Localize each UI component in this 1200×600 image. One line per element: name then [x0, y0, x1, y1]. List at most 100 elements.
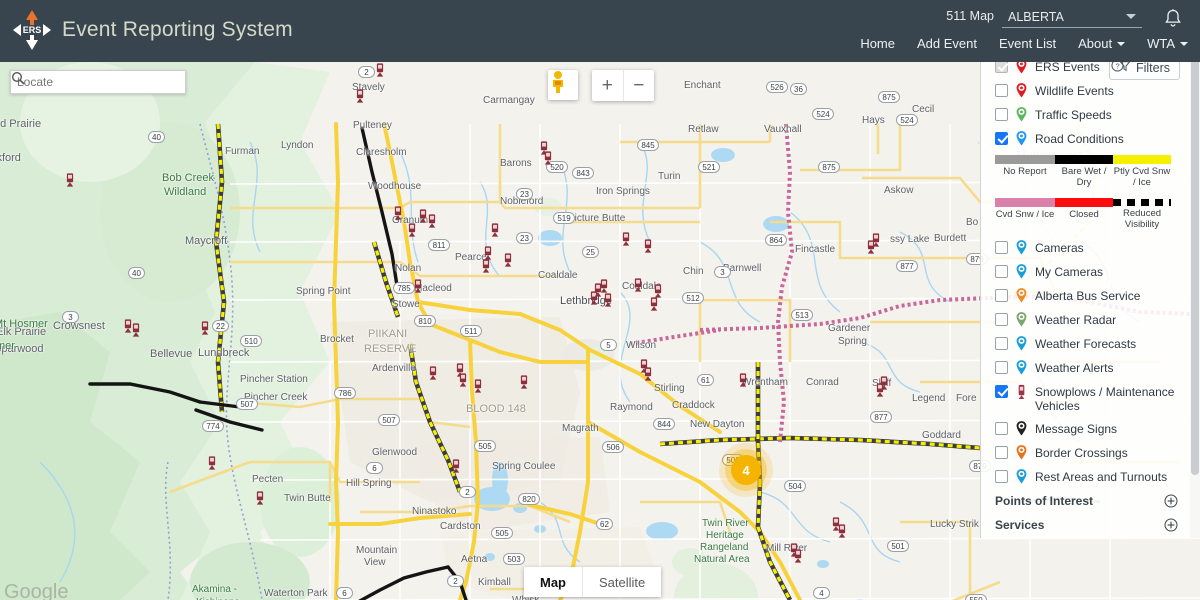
legend-checkbox[interactable] [995, 84, 1008, 97]
snowplow-marker[interactable] [516, 374, 532, 390]
legend-item-wildlife-events[interactable]: Wildlife Events [981, 79, 1200, 103]
nav-item-about[interactable]: About [1078, 36, 1126, 51]
snowplow-marker[interactable] [204, 455, 220, 471]
legend-item-traffic-speeds[interactable]: Traffic Speeds [981, 103, 1200, 127]
map-zoom-controls[interactable]: + − [592, 70, 654, 101]
snowplow-marker[interactable] [478, 258, 494, 274]
nav-item-home[interactable]: Home [860, 36, 895, 51]
map-legend-panel[interactable]: Filters ERS Events? Wildlife Events Traffi… [980, 45, 1200, 538]
legend-item-weather-radar[interactable]: Weather Radar [981, 308, 1200, 332]
map-type-map[interactable]: Map [524, 567, 583, 597]
map-place-label: Mountain [356, 545, 398, 556]
road-conditions-row-1: No Report Bare Wet / Dry Ptly Cvd Snw / Ic… [995, 155, 1188, 188]
legend-item-road-conditions[interactable]: Road Conditions [981, 127, 1200, 151]
legend-item-weather-alerts[interactable]: Weather Alerts [981, 356, 1200, 380]
legend-section-label: Points of Interest [995, 494, 1094, 508]
legend-checkbox[interactable] [995, 385, 1008, 398]
snowplow-marker[interactable] [876, 375, 892, 391]
snowplow-marker[interactable] [618, 231, 634, 247]
nav-item-wta[interactable]: WTA [1147, 36, 1188, 51]
snowplow-marker[interactable] [372, 62, 388, 78]
legend-checkbox[interactable] [995, 313, 1008, 326]
snowplow-marker[interactable] [62, 172, 78, 188]
snowplow-marker[interactable] [650, 283, 666, 299]
event-cluster-marker[interactable]: 4 [731, 455, 761, 485]
snowplow-marker[interactable] [197, 320, 213, 336]
route-shield: 507 [236, 398, 258, 410]
snowplow-marker[interactable] [425, 365, 441, 381]
snowplow-marker[interactable] [630, 277, 646, 293]
map-place-label: lkford [0, 152, 21, 164]
snowplow-marker[interactable] [128, 322, 144, 338]
snowplow-marker[interactable] [590, 282, 606, 298]
snowplow-marker[interactable] [390, 205, 406, 221]
map-place-label: Picture Butte [568, 213, 626, 224]
map-type-satellite[interactable]: Satellite [583, 567, 661, 597]
legend-scrollbar-thumb[interactable] [1191, 45, 1199, 475]
road-condition-swatch [1055, 155, 1113, 164]
map-place-label: Hays [862, 115, 885, 126]
nav-item-event-list[interactable]: Event List [999, 36, 1056, 51]
snowplow-marker[interactable] [500, 252, 516, 268]
legend-checkbox[interactable] [995, 289, 1008, 302]
snowplow-marker[interactable] [868, 232, 884, 248]
map-place-label: Barons [500, 158, 532, 169]
nav-item-add-event[interactable]: Add Event [917, 36, 977, 51]
legend-item-label: Traffic Speeds [1035, 108, 1112, 122]
snowplow-marker[interactable] [470, 378, 486, 394]
legend-checkbox[interactable] [995, 361, 1008, 374]
legend-item-my-cameras[interactable]: My Cameras [981, 260, 1200, 284]
ers-arrows-logo-icon[interactable]: ERS [8, 6, 56, 54]
legend-scrollbar-track[interactable] [1190, 45, 1200, 538]
street-view-pegman-icon[interactable] [548, 70, 578, 100]
snowplow-marker[interactable] [640, 238, 656, 254]
legend-checkbox[interactable] [995, 470, 1008, 483]
snowplow-marker[interactable] [735, 372, 751, 388]
legend-checkbox[interactable] [995, 337, 1008, 350]
snowplow-marker[interactable] [487, 222, 503, 238]
legend-item-alberta-bus-service[interactable]: Alberta Bus Service [981, 284, 1200, 308]
zoom-out-button[interactable]: − [624, 70, 655, 101]
legend-checkbox[interactable] [995, 446, 1008, 459]
snowplow-marker[interactable] [424, 213, 440, 229]
legend-checkbox[interactable] [995, 422, 1008, 435]
route-shield: 526 [766, 81, 788, 93]
snowplow-marker[interactable] [448, 458, 464, 474]
legend-checkbox[interactable] [995, 108, 1008, 121]
legend-item-weather-forecasts[interactable]: Weather Forecasts [981, 332, 1200, 356]
legend-checkbox[interactable] [995, 132, 1008, 145]
legend-section-points-of-interest[interactable]: Points of Interest [981, 489, 1200, 513]
region-select[interactable]: ALBERTA [1002, 6, 1142, 28]
road-condition-reduced-visibility: Reduced Visibility [1113, 198, 1171, 230]
plus-circle-icon[interactable] [1164, 494, 1178, 508]
snowplow-marker[interactable] [790, 548, 806, 564]
legend-item-cameras[interactable]: Cameras [981, 236, 1200, 260]
snowplow-marker[interactable] [640, 366, 656, 382]
legend-section-services[interactable]: Services [981, 513, 1200, 537]
plus-circle-icon[interactable] [1164, 518, 1178, 532]
legend-checkbox[interactable] [995, 241, 1008, 254]
legend-item-border-crossings[interactable]: Border Crossings [981, 441, 1200, 465]
legend-item-rest-areas-and-turnouts[interactable]: Rest Areas and Turnouts [981, 465, 1200, 489]
snowplow-marker[interactable] [455, 372, 471, 388]
notification-bell-icon[interactable] [1162, 7, 1184, 31]
snowplow-marker[interactable] [834, 523, 850, 539]
snowplow-marker[interactable] [410, 278, 426, 294]
locate-search-box[interactable] [10, 70, 186, 94]
snowplow-marker[interactable] [352, 88, 368, 104]
legend-checkbox[interactable] [995, 265, 1008, 278]
route-shield: 521 [698, 161, 720, 173]
legend-item-message-signs[interactable]: Message Signs [981, 417, 1200, 441]
snowplow-marker[interactable] [540, 150, 556, 166]
map-place-label: Conrad [806, 377, 839, 388]
snowplow-marker[interactable] [404, 222, 420, 238]
locate-input[interactable] [11, 75, 178, 89]
map-place-label: Furman [225, 146, 260, 157]
map-type-switch[interactable]: Map Satellite [524, 567, 662, 597]
route-shield: 875 [818, 161, 840, 173]
nav-item-label: About [1078, 36, 1113, 51]
legend-item-snowplows-maintenance-vehicles[interactable]: Snowplows / Maintenance Vehicles [981, 380, 1200, 417]
zoom-in-button[interactable]: + [592, 70, 624, 101]
map-place-label: Chin [683, 266, 704, 277]
snowplow-marker[interactable] [252, 490, 268, 506]
